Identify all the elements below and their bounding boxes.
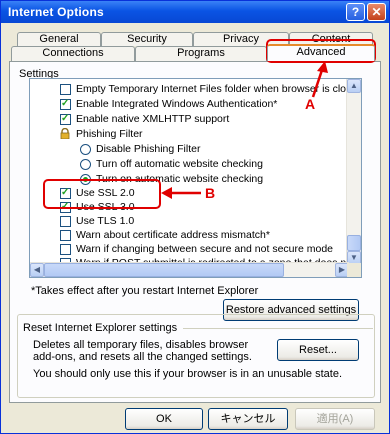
group-divider [183, 328, 373, 329]
horizontal-scrollbar[interactable]: ◀ ▶ [30, 262, 349, 277]
internet-options-dialog: Internet Options ? ✕ General Security Pr… [0, 0, 390, 434]
radio-disable-phishing-filter[interactable] [80, 144, 91, 155]
scroll-left-button[interactable]: ◀ [30, 263, 44, 277]
radio-turn-off-checking[interactable] [80, 159, 91, 170]
list-item-label: Use TLS 1.0 [76, 215, 135, 227]
tab-programs[interactable]: Programs [135, 46, 267, 61]
apply-button[interactable]: 適用(A) [295, 408, 375, 430]
list-item-label: Disable Phishing Filter [96, 143, 201, 155]
title-bar[interactable]: Internet Options ? ✕ [1, 1, 389, 23]
annotation-label-b: B [205, 185, 216, 201]
list-item-label: Warn about certificate address mismatch* [76, 229, 270, 241]
annotation-label-a: A [305, 96, 316, 112]
vertical-scrollbar[interactable]: ▲ ▼ [346, 79, 361, 265]
list-item-label: Warn if changing between secure and not … [76, 243, 334, 255]
list-item-label: Enable native XMLHTTP support [76, 113, 230, 125]
list-item-label: Turn off automatic website checking [96, 158, 263, 170]
checkbox-empty-temp-files[interactable] [60, 84, 71, 95]
tab-advanced[interactable]: Advanced [267, 44, 375, 61]
scrollbar-corner [347, 263, 361, 277]
scroll-up-button[interactable]: ▲ [347, 79, 361, 93]
checkbox-integrated-windows-auth[interactable] [60, 98, 71, 110]
cancel-button[interactable]: キャンセル [208, 408, 288, 430]
list-item-label: Enable Integrated Windows Authentication… [76, 98, 278, 110]
checkbox-use-tls-1[interactable] [60, 216, 71, 227]
tab-connections[interactable]: Connections [11, 46, 135, 61]
annotation-box-b [43, 179, 161, 209]
reset-warning: You should only use this if your browser… [33, 368, 342, 380]
ok-button[interactable]: OK [125, 408, 203, 430]
reset-description-line2: add-ons, and resets all the changed sett… [33, 351, 252, 363]
lock-icon [60, 128, 70, 139]
checkbox-warn-cert-mismatch[interactable] [60, 230, 71, 241]
reset-description-line1: Deletes all temporary files, disables br… [33, 339, 249, 351]
tab-security[interactable]: Security [101, 32, 193, 46]
scroll-thumb[interactable] [347, 235, 361, 251]
checkbox-warn-secure-mode-change[interactable] [60, 244, 71, 255]
list-item-label: Phishing Filter [76, 128, 143, 140]
window-title: Internet Options [8, 5, 104, 19]
reset-button[interactable]: Reset... [277, 339, 359, 361]
help-button[interactable]: ? [346, 3, 365, 21]
horizontal-scroll-thumb[interactable] [44, 263, 284, 277]
annotation-arrow-a [311, 61, 328, 98]
tab-general[interactable]: General [17, 32, 101, 46]
reset-group-title: Reset Internet Explorer settings [23, 322, 182, 334]
annotation-arrow-b [161, 187, 201, 199]
close-button[interactable]: ✕ [367, 3, 386, 21]
restart-note: *Takes effect after you restart Internet… [31, 285, 259, 297]
checkbox-native-xmlhttp[interactable] [60, 113, 71, 125]
